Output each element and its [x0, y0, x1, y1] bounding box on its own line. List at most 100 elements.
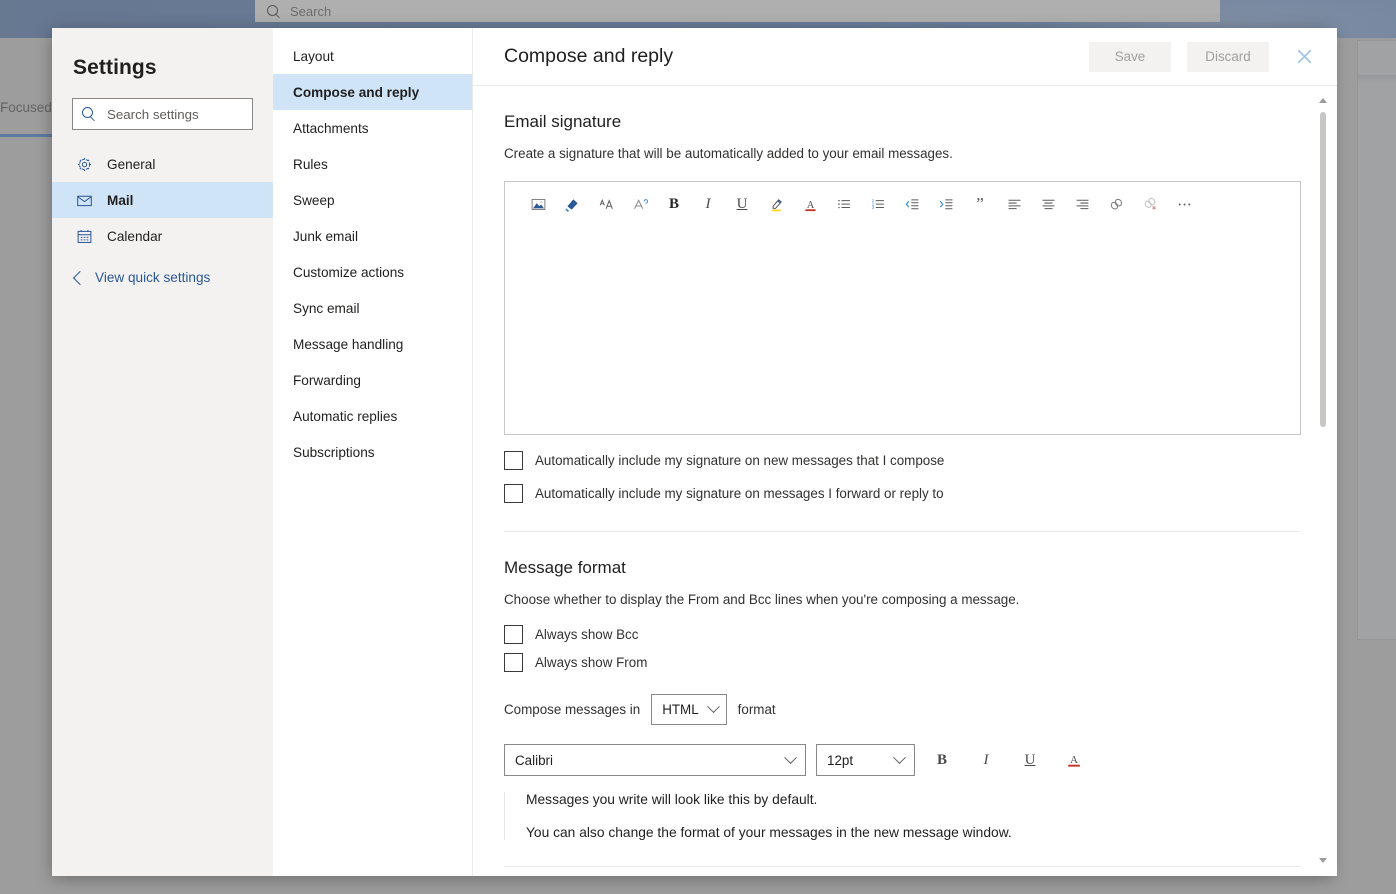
calendar-icon	[75, 227, 93, 245]
category-label: Compose and reply	[293, 84, 420, 100]
signature-forward-reply-checkbox[interactable]	[504, 484, 523, 503]
envelope-icon	[75, 191, 93, 209]
default-font-row: Calibri 12pt B I U A	[504, 744, 1301, 776]
signature-new-messages-row: Automatically include my signature on ne…	[504, 451, 1301, 470]
category-rules[interactable]: Rules	[273, 146, 472, 182]
settings-category-list: Layout Compose and reply Attachments Rul…	[273, 28, 473, 876]
increase-indent-icon[interactable]	[929, 188, 963, 220]
font-family-value: Calibri	[515, 752, 553, 768]
signature-editor[interactable]: B I U A 123 ”	[504, 181, 1301, 435]
category-automatic-replies[interactable]: Automatic replies	[273, 398, 472, 434]
content-scrollbar[interactable]	[1317, 94, 1329, 866]
align-left-icon[interactable]	[997, 188, 1031, 220]
bulleted-list-icon[interactable]	[827, 188, 861, 220]
view-quick-settings-label: View quick settings	[95, 270, 211, 285]
svg-text:A: A	[1070, 754, 1078, 766]
decrease-indent-icon[interactable]	[895, 188, 929, 220]
signature-editor-toolbar: B I U A 123 ”	[505, 182, 1300, 226]
settings-content-pane: Compose and reply Save Discard Email sig…	[473, 28, 1337, 876]
always-show-from-label: Always show From	[535, 655, 648, 670]
more-options-icon[interactable]	[1167, 188, 1201, 220]
always-show-bcc-row: Always show Bcc	[504, 625, 1301, 644]
svg-text:A: A	[806, 199, 814, 210]
bold-icon[interactable]: B	[657, 188, 691, 220]
email-signature-description: Create a signature that will be automati…	[504, 146, 953, 161]
dialog-title: Settings	[73, 56, 157, 79]
signature-editor-textarea[interactable]	[505, 226, 1300, 431]
close-icon[interactable]	[1285, 38, 1323, 76]
view-quick-settings-link[interactable]: View quick settings	[52, 270, 273, 285]
category-sweep[interactable]: Sweep	[273, 182, 472, 218]
sidebar-item-label: General	[107, 156, 156, 172]
chevron-down-icon	[893, 750, 906, 764]
bold-icon[interactable]: B	[925, 744, 959, 776]
remove-link-icon[interactable]	[1133, 188, 1167, 220]
section-divider	[504, 866, 1301, 867]
category-label: Sync email	[293, 300, 360, 316]
category-label: Automatic replies	[293, 408, 398, 424]
italic-icon[interactable]: I	[969, 744, 1003, 776]
font-size-value: 12pt	[827, 752, 854, 768]
scrollbar-thumb[interactable]	[1320, 112, 1326, 427]
message-format-description: Choose whether to display the From and B…	[504, 592, 1020, 607]
scroll-down-arrow-icon[interactable]	[1317, 854, 1329, 866]
category-label: Layout	[293, 48, 334, 64]
category-forwarding[interactable]: Forwarding	[273, 362, 472, 398]
search-settings-input[interactable]	[105, 105, 240, 123]
signature-new-messages-checkbox[interactable]	[504, 451, 523, 470]
category-sync-email[interactable]: Sync email	[273, 290, 472, 326]
category-subscriptions[interactable]: Subscriptions	[273, 434, 472, 470]
underline-icon[interactable]: U	[1013, 744, 1047, 776]
category-compose-and-reply[interactable]: Compose and reply	[273, 74, 472, 110]
align-center-icon[interactable]	[1031, 188, 1065, 220]
category-label: Subscriptions	[293, 444, 375, 460]
underline-icon[interactable]: U	[725, 188, 759, 220]
category-junk-email[interactable]: Junk email	[273, 218, 472, 254]
always-show-bcc-checkbox[interactable]	[504, 625, 523, 644]
signature-forward-reply-row: Automatically include my signature on me…	[504, 484, 1301, 503]
category-label: Sweep	[293, 192, 335, 208]
compose-format-value: HTML	[662, 702, 699, 717]
chevron-down-icon	[706, 700, 720, 714]
settings-dialog: Settings General	[52, 28, 1337, 876]
highlight-icon[interactable]	[759, 188, 793, 220]
font-color-icon[interactable]: A	[793, 188, 827, 220]
scrollbar-track[interactable]	[1317, 108, 1329, 852]
sidebar-item-mail[interactable]: Mail	[52, 182, 273, 218]
sidebar-item-general[interactable]: General	[52, 146, 273, 182]
save-button[interactable]: Save	[1089, 41, 1171, 72]
scroll-up-arrow-icon[interactable]	[1317, 94, 1329, 106]
quote-icon[interactable]: ”	[963, 188, 997, 220]
font-family-select[interactable]: Calibri	[504, 744, 806, 776]
category-message-handling[interactable]: Message handling	[273, 326, 472, 362]
insert-link-icon[interactable]	[1099, 188, 1133, 220]
category-attachments[interactable]: Attachments	[273, 110, 472, 146]
compose-format-prefix: Compose messages in	[504, 702, 641, 717]
category-customize-actions[interactable]: Customize actions	[273, 254, 472, 290]
settings-search-box[interactable]	[72, 98, 253, 130]
numbered-list-icon[interactable]: 123	[861, 188, 895, 220]
font-size-select[interactable]: 12pt	[816, 744, 915, 776]
content-scroll-area: Email signature Create a signature that …	[473, 86, 1337, 876]
format-painter-icon[interactable]	[555, 188, 589, 220]
font-preview-line: Messages you write will look like this b…	[526, 792, 818, 807]
category-label: Message handling	[293, 336, 404, 352]
shrink-font-icon[interactable]	[623, 188, 657, 220]
category-label: Attachments	[293, 120, 369, 136]
chevron-left-icon	[72, 270, 88, 285]
sidebar-item-calendar[interactable]: Calendar	[52, 218, 273, 254]
section-divider	[504, 531, 1301, 532]
grow-font-icon[interactable]	[589, 188, 623, 220]
always-show-from-checkbox[interactable]	[504, 653, 523, 672]
sidebar-item-label: Mail	[107, 192, 134, 208]
italic-icon[interactable]: I	[691, 188, 725, 220]
always-show-bcc-label: Always show Bcc	[535, 627, 639, 642]
sidebar-nav-list: General Mail Calendar	[52, 146, 273, 254]
category-layout[interactable]: Layout	[273, 38, 472, 74]
align-right-icon[interactable]	[1065, 188, 1099, 220]
discard-button[interactable]: Discard	[1187, 41, 1269, 72]
insert-picture-icon[interactable]	[521, 188, 555, 220]
compose-format-select[interactable]: HTML	[651, 694, 727, 725]
font-color-icon[interactable]: A	[1057, 744, 1091, 776]
compose-format-row: Compose messages in HTML format	[504, 694, 1301, 725]
